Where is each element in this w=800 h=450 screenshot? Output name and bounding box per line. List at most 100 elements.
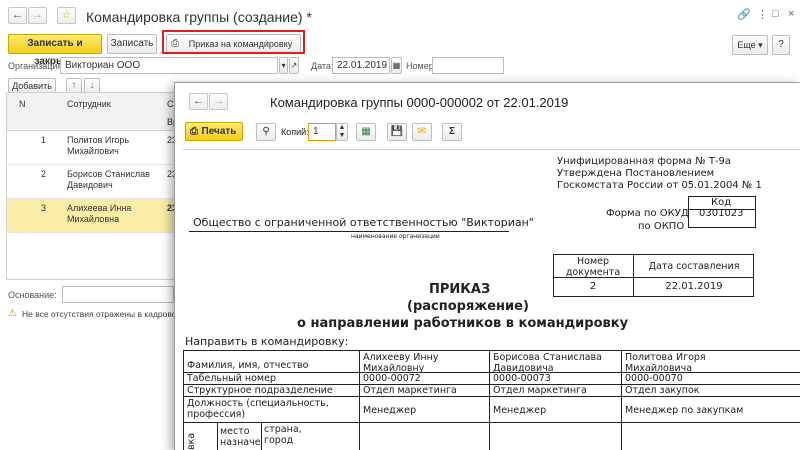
link-icon[interactable]: 🔗 — [737, 8, 751, 21]
save-close-button[interactable]: Записать и закрыть — [8, 34, 102, 67]
date-label: Дата: — [311, 61, 334, 71]
col-n: N — [19, 99, 26, 109]
employee-tab: 0000-00073 — [493, 373, 551, 384]
menu-dots-icon[interactable]: ⋮ — [757, 8, 768, 21]
employee-tab: 0000-00072 — [363, 373, 421, 384]
copies-stepper[interactable]: ▲ ▼ — [336, 123, 348, 141]
col-c1: С — [167, 99, 174, 109]
employee-fio: Политова Игоря Михайловича — [625, 352, 706, 374]
dropdown-arrow-icon: ▾ — [758, 40, 763, 50]
grid-header: N Сотрудник С Вр — [7, 93, 177, 131]
employee-fio: Алихееву Инну Михайловну — [363, 352, 439, 374]
form-header-line: Госкомстата России от 05.01.2004 № 1 — [557, 180, 762, 191]
copies-field[interactable]: 1 — [308, 123, 336, 141]
maximize-icon[interactable]: □ — [772, 8, 779, 20]
row-label-pos: Должность (специальность, профессия) — [187, 398, 329, 420]
forward-arrow-icon[interactable]: → — [209, 93, 228, 110]
divider — [633, 254, 634, 297]
number-field[interactable] — [432, 57, 504, 74]
divider — [189, 231, 509, 232]
dest-vertical-label: вка — [186, 432, 197, 450]
employee-fio: Борисова Станислава Давидовича — [493, 352, 602, 374]
form-header-line: Утверждена Постановлением — [557, 168, 715, 179]
table-row[interactable]: 2 Борисов Станислав Давидович 23 — [7, 165, 177, 199]
order-title: ПРИКАЗ — [429, 282, 491, 297]
row-employee: Борисов Станислав Давидович — [67, 169, 150, 190]
divider — [183, 396, 800, 397]
divider — [359, 350, 360, 450]
back-window-title: Командировка группы (создание) * — [86, 9, 312, 25]
org-label: Организация: — [8, 61, 65, 71]
row-number: 1 — [41, 135, 47, 145]
basis-label: Основание: — [8, 290, 57, 300]
favorite-star-icon[interactable]: ☆ — [57, 7, 76, 24]
employees-grid: N Сотрудник С Вр 1 Политов Игорь Михайло… — [6, 92, 178, 280]
org-caption: наименование организации — [351, 233, 440, 240]
date-field[interactable]: 22.01.2019 — [332, 57, 390, 74]
row-label-fio: Фамилия, имя, отчество — [187, 360, 309, 371]
print-window-title: Командировка группы 0000-000002 от 22.01… — [270, 95, 569, 110]
employee-dept: Отдел маркетинга — [363, 385, 457, 396]
org-dropdown-icon[interactable]: ▾ — [279, 57, 288, 74]
preview-icon[interactable]: ⚲ — [256, 123, 276, 141]
divider — [183, 350, 800, 351]
save-button[interactable]: Записать — [107, 34, 157, 54]
org-open-icon[interactable]: ↗ — [289, 57, 299, 74]
divider — [489, 350, 490, 450]
employee-dept: Отдел маркетинга — [493, 385, 587, 396]
employee-pos: Менеджер — [363, 405, 417, 416]
back-arrow-icon[interactable]: ← — [189, 93, 208, 110]
sum-icon[interactable]: Σ — [442, 123, 462, 141]
copies-label: Копий: — [281, 127, 309, 137]
print-button-label: Печать — [201, 126, 237, 137]
employee-pos: Менеджер по закупкам — [625, 405, 744, 416]
calendar-icon[interactable]: ▦ — [391, 57, 402, 74]
dest-country-label: страна, город — [264, 424, 302, 446]
divider — [183, 422, 800, 423]
close-icon[interactable]: × — [788, 8, 794, 20]
col-employee: Сотрудник — [67, 99, 111, 109]
send-label: Направить в командировку: — [185, 335, 349, 348]
org-field[interactable]: Викториан ООО — [60, 57, 278, 74]
table-row[interactable]: 3 Алихеева Инна Михайловна 23 — [7, 199, 177, 233]
employee-tab: 0000-00070 — [625, 373, 683, 384]
row-label-tab: Табельный номер — [187, 373, 276, 384]
employee-dept: Отдел закупок — [625, 385, 700, 396]
print-button[interactable]: ⎙ Печать — [185, 122, 243, 141]
order-subject: о направлении работников в командировку — [297, 316, 629, 331]
org-name: Общество с ограниченной ответственностью… — [193, 216, 534, 229]
employee-pos: Менеджер — [493, 405, 547, 416]
forward-arrow-icon[interactable]: → — [28, 7, 47, 24]
save-disk-icon[interactable]: 💾 — [387, 123, 407, 141]
form-header-line: Унифицированная форма № Т-9а — [557, 156, 732, 167]
divider — [217, 422, 218, 450]
row-label-dept: Структурное подразделение — [187, 385, 333, 396]
more-button[interactable]: Еще ▾ — [732, 35, 768, 55]
row-number: 3 — [41, 203, 47, 213]
doc-number-label: Номер документа — [565, 256, 621, 278]
highlight-frame — [162, 30, 305, 54]
back-arrow-icon[interactable]: ← — [8, 7, 27, 24]
printer-icon: ⎙ — [190, 126, 198, 137]
doc-date-label: Дата составления — [648, 261, 740, 272]
help-button[interactable]: ? — [772, 35, 790, 55]
dest-place-label: место назначе- — [220, 426, 260, 448]
print-preview-window: ← → Командировка группы 0000-000002 от 2… — [174, 82, 800, 450]
more-label: Еще — [737, 40, 756, 50]
warning-icon: ⚠ — [8, 308, 17, 319]
okpo-label: по ОКПО — [638, 221, 685, 232]
edit-grid-icon[interactable]: ▦ — [356, 123, 376, 141]
divider — [261, 422, 262, 450]
divider — [183, 350, 184, 450]
code-label: Код — [711, 197, 732, 208]
doc-number: 2 — [589, 281, 597, 292]
email-icon[interactable]: ✉ — [412, 123, 432, 141]
basis-field[interactable] — [62, 286, 174, 303]
okud-value: 0301023 — [699, 208, 744, 219]
row-employee: Политов Игорь Михайлович — [67, 135, 130, 156]
row-number: 2 — [41, 169, 47, 179]
divider — [621, 350, 622, 450]
printed-form: Унифицированная форма № Т-9а Утверждена … — [183, 149, 800, 450]
table-row[interactable]: 1 Политов Игорь Михайлович 23 — [7, 131, 177, 165]
doc-date: 22.01.2019 — [665, 281, 723, 292]
